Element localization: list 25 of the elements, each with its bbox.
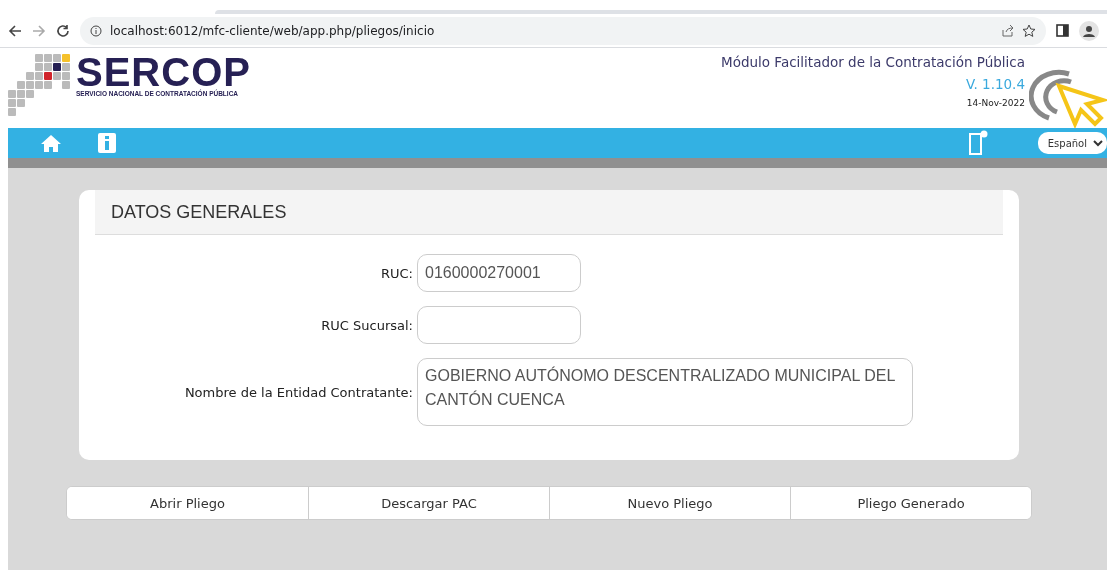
profile-icon[interactable]	[1079, 20, 1099, 41]
field-label: RUC:	[380, 265, 413, 281]
section-title: DATOS GENERALES	[95, 190, 1003, 235]
star-icon[interactable]	[1022, 23, 1036, 38]
language-select[interactable]: Español	[1037, 132, 1107, 154]
field-label: Nombre de la Entidad Contratante:	[183, 384, 413, 400]
address-bar[interactable]: localhost:6012/mfc-cliente/web/app.php/pliegos/inicio	[80, 16, 1046, 45]
cursor-logo-icon	[1029, 68, 1107, 128]
logo-title: SERCOP	[76, 54, 251, 90]
url-text: localhost:6012/mfc-cliente/web/app.php/pliegos/inicio	[110, 23, 435, 38]
date-text: 14-Nov-2022	[966, 98, 1025, 108]
app-title: Módulo Facilitador de la Contratación Pública	[721, 54, 1025, 70]
share-icon[interactable]	[1001, 24, 1014, 37]
reload-icon[interactable]	[56, 23, 70, 38]
action-button[interactable]: Pliego Generado	[790, 487, 1031, 519]
back-icon[interactable]	[8, 23, 22, 38]
text-field[interactable]: 0160000270001	[417, 254, 581, 292]
field-label: RUC Sucursal:	[320, 317, 413, 333]
info-icon[interactable]	[90, 24, 102, 37]
side-panel-icon[interactable]	[1056, 24, 1069, 37]
text-field[interactable]	[417, 306, 581, 344]
text-area[interactable]: GOBIERNO AUTÓNOMO DESCENTRALIZADO MUNICIPAL DEL CANTÓN CUENCA	[417, 358, 913, 426]
chevron-down-icon	[1093, 139, 1103, 147]
logo-mosaic-icon	[8, 54, 70, 118]
version-text: V. 1.10.4	[965, 76, 1025, 92]
